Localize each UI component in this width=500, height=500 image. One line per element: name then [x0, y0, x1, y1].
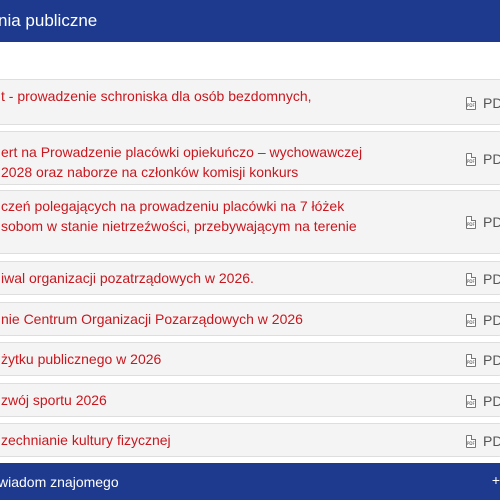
section-title: wiadom znajomego: [0, 474, 119, 490]
pdf-icon: PDF: [466, 434, 476, 448]
list-item: nie Centrum Organizacji Pozarządowych w …: [0, 302, 500, 336]
list-item: zechnianie kultury fizycznej PDF PD: [0, 423, 500, 457]
pdf-icon: PDF: [466, 152, 476, 166]
pdf-icon: PDF: [466, 313, 476, 327]
pdf-download[interactable]: PDF PD: [466, 312, 500, 328]
expand-toggle-icon[interactable]: +: [492, 472, 500, 488]
file-type-label: PD: [483, 312, 500, 328]
announcement-link[interactable]: iwal organizacji pozatrządowych w 2026.: [1, 268, 254, 288]
section-header: nia publiczne: [0, 0, 500, 42]
announcement-link[interactable]: zwój sportu 2026: [1, 390, 107, 410]
file-type-label: PD: [483, 271, 500, 287]
file-type-label: PD: [483, 433, 500, 449]
announcement-link[interactable]: t - prowadzenie schroniska dla osób bezd…: [1, 86, 312, 106]
pdf-download[interactable]: PDF PD: [466, 151, 500, 167]
announcement-link[interactable]: żytku publicznego w 2026: [1, 349, 161, 369]
list-item: zwój sportu 2026 PDF PD: [0, 383, 500, 417]
pdf-download[interactable]: PDF PD: [466, 95, 500, 111]
pdf-icon: PDF: [466, 353, 476, 367]
list-item: czeń polegających na prowadzeniu placówk…: [0, 190, 500, 254]
pdf-download[interactable]: PDF PD: [466, 393, 500, 409]
file-type-label: PD: [483, 214, 500, 230]
list-item: żytku publicznego w 2026 PDF PD: [0, 342, 500, 376]
file-type-label: PD: [483, 151, 500, 167]
pdf-icon: PDF: [466, 272, 476, 286]
pdf-download[interactable]: PDF PD: [466, 271, 500, 287]
file-type-label: PD: [483, 393, 500, 409]
pdf-download[interactable]: PDF PD: [466, 352, 500, 368]
announcement-link[interactable]: zechnianie kultury fizycznej: [1, 430, 171, 450]
list-item: iwal organizacji pozatrządowych w 2026. …: [0, 261, 500, 295]
file-type-label: PD: [483, 352, 500, 368]
pdf-download[interactable]: PDF PD: [466, 214, 500, 230]
pdf-icon: PDF: [466, 215, 476, 229]
pdf-icon: PDF: [466, 96, 476, 110]
announcement-link[interactable]: ert na Prowadzenie placówki opiekuńczo –…: [1, 142, 362, 182]
announcement-link[interactable]: nie Centrum Organizacji Pozarządowych w …: [1, 309, 303, 329]
list-item: ert na Prowadzenie placówki opiekuńczo –…: [0, 131, 500, 185]
pdf-download[interactable]: PDF PD: [466, 433, 500, 449]
pdf-icon: PDF: [466, 394, 476, 408]
list-item: t - prowadzenie schroniska dla osób bezd…: [0, 79, 500, 125]
collapsible-section-header[interactable]: wiadom znajomego +: [0, 463, 500, 500]
section-title: nia publiczne: [0, 11, 98, 30]
announcement-link[interactable]: czeń polegających na prowadzeniu placówk…: [1, 196, 357, 236]
file-type-label: PD: [483, 95, 500, 111]
